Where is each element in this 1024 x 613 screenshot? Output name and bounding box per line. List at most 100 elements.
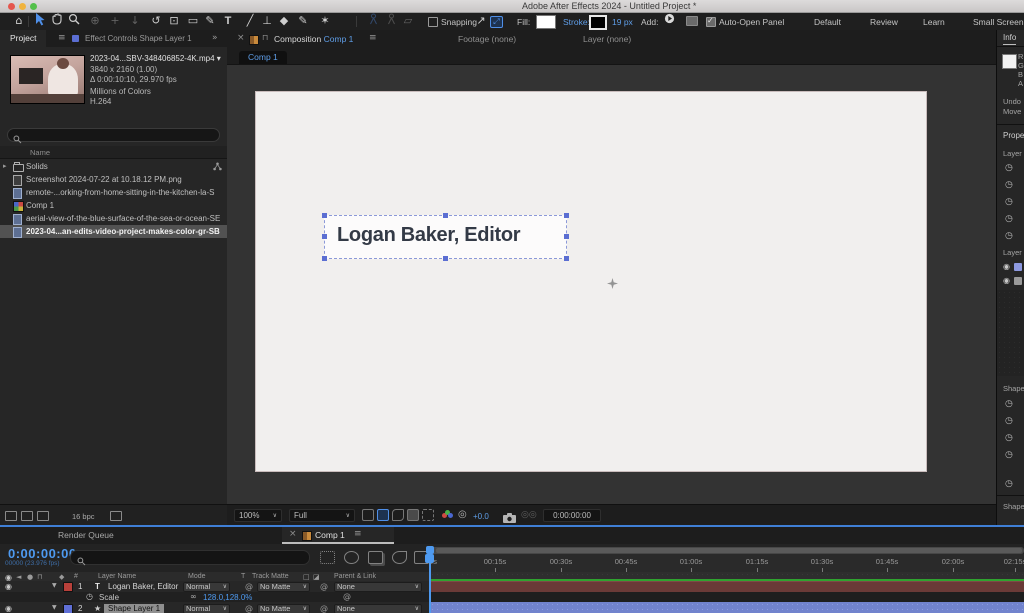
selected-footage-name[interactable]: 2023-04...SBV-348406852-4K.mp4 ▾ [90,54,221,63]
tab-layer[interactable]: Layer (none) [583,34,631,44]
composition-viewport[interactable]: Logan Baker, Editor [255,91,927,472]
constrain-link-icon[interactable]: ∞ [190,592,197,601]
expand-chevron-icon[interactable]: ▼ [52,604,57,611]
lasso-icon[interactable]: ▱ [401,13,415,30]
tab-composition[interactable]: Composition Comp 1 [274,34,353,48]
region-of-interest-icon[interactable] [407,509,419,521]
zoom-window-button[interactable] [30,3,37,10]
pick-whip-icon[interactable]: @ [245,604,253,613]
new-composition-icon[interactable] [37,511,49,521]
choose-grid-icon[interactable] [362,509,374,521]
viewer-timecode[interactable]: 0:00:00:00 [543,509,601,522]
selected-text-layer[interactable]: Logan Baker, Editor [324,215,567,259]
type-tool-icon[interactable]: T [221,13,235,30]
frame-blending-icon[interactable] [368,551,383,564]
track-matte-dropdown[interactable]: No Matte∨ [257,604,310,613]
eye-icon[interactable]: ◉ [1003,276,1010,285]
close-tab-icon[interactable]: × [289,529,297,539]
stopwatch-icon[interactable]: ◷ [1005,164,1013,173]
lock-icon[interactable]: ⊓ [262,33,268,42]
auto-open-panel-checkbox[interactable] [706,17,716,27]
pick-whip-icon[interactable]: @ [245,582,253,591]
panel-menu-icon[interactable]: ≡ [58,33,66,43]
blend-mode-dropdown[interactable]: Normal∨ [183,604,230,613]
layer-row-1[interactable]: ◉ ▼ 1 T Logan Baker, Editor Normal∨ @ No… [0,581,430,592]
rotate-tool-icon[interactable]: ↺ [149,13,163,30]
stopwatch-icon[interactable]: ◷ [1005,215,1013,224]
transform-handle[interactable] [322,234,327,239]
close-tab-icon[interactable]: × [237,33,245,43]
eye-icon[interactable]: ◉ [5,582,12,591]
armature-icon[interactable] [384,13,398,30]
expand-icon[interactable]: ⤢ [490,16,503,28]
current-timecode[interactable]: 0:00:00:00 [8,546,77,561]
history-move[interactable]: Move [1003,107,1021,116]
blend-mode-dropdown[interactable]: Normal∨ [183,582,230,592]
interpret-footage-icon[interactable] [5,511,17,521]
tab-timeline-comp-1[interactable]: × Comp 1 ≡ [282,527,394,544]
project-bit-depth[interactable]: 16 bpc [72,512,95,521]
orbit-camera-tool-icon[interactable]: ⊕ [88,13,102,30]
add-play-icon[interactable] [662,13,676,30]
column-name[interactable]: Name [30,148,50,157]
parent-pick-whip-icon[interactable]: @ [320,582,328,591]
armature-icon[interactable] [366,13,380,30]
column-mode[interactable]: Mode [188,573,206,580]
playhead-handle[interactable] [425,554,434,563]
pick-whip-icon[interactable]: @ [343,592,351,601]
workspace-default[interactable]: Default [814,17,841,27]
project-search-input[interactable] [7,128,220,142]
exposure-icon[interactable]: ◎ [458,509,467,520]
new-folder-icon[interactable] [21,511,33,521]
parent-dropdown[interactable]: None∨ [334,604,422,613]
selection-tool-icon[interactable] [32,13,46,30]
eraser-tool-icon[interactable]: ◆ [277,13,291,30]
panel-menu-icon[interactable]: ≡ [369,33,377,43]
brush-tool-icon[interactable]: ╱ [243,13,257,30]
pan-camera-tool-icon[interactable]: + [108,13,122,30]
parent-dropdown[interactable]: None∨ [334,582,422,592]
transform-handle[interactable] [322,256,327,261]
transform-handle[interactable] [322,213,327,218]
text-layer-content[interactable]: Logan Baker, Editor [337,224,520,247]
motion-blur-icon[interactable] [392,551,407,564]
transform-handle[interactable] [564,256,569,261]
eye-icon[interactable]: ◉ [5,604,12,613]
tab-info[interactable]: Info [1003,33,1016,45]
list-item-remote-footage[interactable]: remote-...orking-from-home-sitting-in-th… [0,186,227,199]
layer-row-2[interactable]: ◉ ▼ 2 ★ Shape Layer 1 Normal∨ @ No Matte… [0,602,430,613]
stopwatch-icon[interactable]: ◷ [1005,400,1013,409]
tab-effect-controls[interactable]: Effect Controls Shape Layer 1 [85,34,192,43]
history-undo[interactable]: Undo [1003,97,1021,106]
magnification-dropdown[interactable]: 100%∨ [234,509,282,522]
column-track-matte[interactable]: Track Matte [252,573,289,580]
column-index[interactable]: # [74,573,78,580]
expand-chevron-icon[interactable]: ▼ [52,582,57,589]
dolly-camera-tool-icon[interactable]: ↓ [128,13,142,30]
pen-tool-icon[interactable]: ✎ [203,13,217,30]
panel-menu-icon[interactable]: ≡ [354,529,362,539]
layer-color-chip[interactable] [63,582,73,592]
workspace-learn[interactable]: Learn [923,17,945,27]
transform-handle[interactable] [564,213,569,218]
list-item-screenshot[interactable]: Screenshot 2024-07-22 at 10.18.12 PM.png [0,173,227,186]
list-item-solids[interactable]: ▸ Solids [0,160,227,173]
tab-project[interactable]: Project [0,30,46,47]
parent-pick-whip-icon[interactable]: @ [320,604,328,613]
layer-name[interactable]: Logan Baker, Editor [108,582,178,591]
pan-behind-tool-icon[interactable]: ⊡ [167,13,181,30]
resolution-dropdown[interactable]: Full∨ [289,509,355,522]
timeline-search-input[interactable] [70,550,310,565]
transform-handle[interactable] [443,213,448,218]
stopwatch-icon[interactable]: ◷ [1005,417,1013,426]
comp-mini-flowchart-icon[interactable] [320,551,335,564]
tab-render-queue[interactable]: Render Queue [58,530,114,540]
stopwatch-icon[interactable]: ◷ [1005,451,1013,460]
rectangle-tool-icon[interactable]: ▭ [186,13,200,30]
show-snapshot-icon[interactable]: ◎◎ [521,510,537,520]
puppet-pin-tool-icon[interactable]: ✶ [318,13,332,30]
column-t[interactable]: T [241,573,245,580]
scale-value[interactable]: 128.0,128.0% [203,593,252,602]
minimize-window-button[interactable] [19,3,26,10]
workspace-review[interactable]: Review [870,17,898,27]
